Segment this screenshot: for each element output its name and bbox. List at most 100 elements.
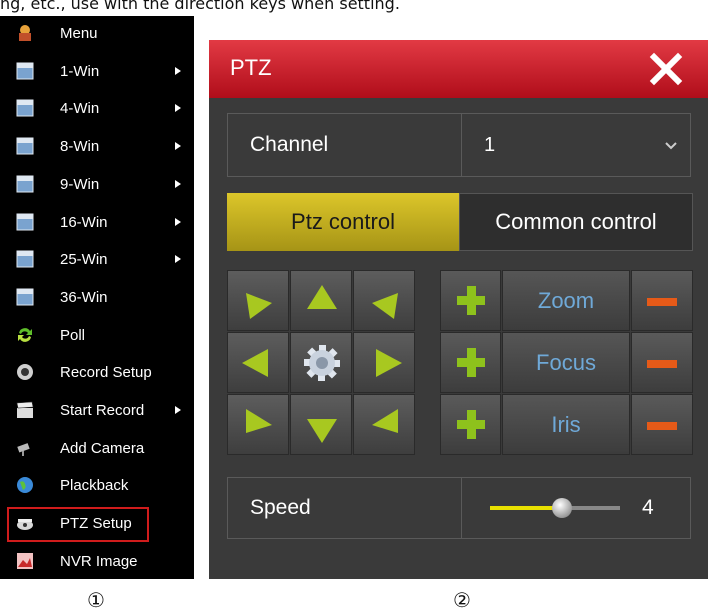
window-icon <box>16 62 34 80</box>
ptz-title-bar: PTZ <box>209 40 708 98</box>
clapperboard-icon <box>16 401 34 419</box>
ptz-dialog: PTZ Channel 1 Ptz control Common control… <box>209 40 708 579</box>
pan-right-button[interactable] <box>353 332 415 393</box>
tab-ptz-control[interactable]: Ptz control <box>227 193 459 251</box>
arrow-down-right-icon <box>372 409 398 433</box>
context-menu: Menu 1-Win 4-Win 8-Win 9-Win 16-Win 25-Win 36-W… <box>0 16 194 579</box>
arrow-right-icon <box>376 349 402 377</box>
iris-out-button[interactable] <box>631 394 693 455</box>
speed-control: 4 <box>461 478 692 538</box>
menu-item-menu[interactable]: Menu <box>0 16 194 53</box>
speed-slider-knob[interactable] <box>551 498 572 518</box>
focus-label: Focus <box>502 332 630 393</box>
menu-item-label: 36-Win <box>60 288 108 306</box>
menu-item-label: Record Setup <box>60 364 152 382</box>
speed-slider-fill <box>490 506 562 510</box>
window-icon <box>16 250 34 268</box>
zoom-out-button[interactable] <box>631 270 693 331</box>
menu-item-9-win[interactable]: 9-Win <box>0 167 194 204</box>
tilt-down-button[interactable] <box>290 394 352 455</box>
arrow-down-left-icon <box>246 409 272 433</box>
menu-item-label: PTZ Setup <box>60 515 132 533</box>
channel-row: Channel 1 <box>227 113 691 177</box>
menu-item-label: 9-Win <box>60 175 100 193</box>
menu-item-4-win[interactable]: 4-Win <box>0 91 194 128</box>
iris-label: Iris <box>502 394 630 455</box>
record-icon <box>16 363 34 381</box>
menu-item-label: Plackback <box>60 477 129 495</box>
window-icon <box>16 99 34 117</box>
menu-item-36-win[interactable]: 36-Win <box>0 280 194 317</box>
tab-common-control[interactable]: Common control <box>459 193 693 251</box>
menu-item-record-setup[interactable]: Record Setup <box>0 355 194 392</box>
menu-item-plackback[interactable]: Plackback <box>0 468 194 505</box>
pan-left-button[interactable] <box>227 332 289 393</box>
minus-icon <box>647 360 677 368</box>
close-icon[interactable] <box>649 52 683 86</box>
window-icon <box>16 213 34 231</box>
caption-right: ② <box>453 588 471 612</box>
menu-item-start-record[interactable]: Start Record <box>0 393 194 430</box>
menu-item-label: Add Camera <box>60 439 145 457</box>
menu-item-label: 16-Win <box>60 213 108 231</box>
menu-item-label: Poll <box>60 326 86 344</box>
submenu-arrow-icon <box>175 104 181 113</box>
direction-pad <box>227 270 415 456</box>
arrow-left-icon <box>242 349 268 377</box>
zoom-in-button[interactable] <box>440 270 501 331</box>
pan-down-left-button[interactable] <box>227 394 289 455</box>
minus-icon <box>647 298 677 306</box>
zoom-label: Zoom <box>502 270 630 331</box>
submenu-arrow-icon <box>175 406 181 414</box>
focus-out-button[interactable] <box>631 332 693 393</box>
tilt-up-button[interactable] <box>290 270 352 331</box>
menu-item-label: 4-Win <box>60 100 100 118</box>
menu-item-8-win[interactable]: 8-Win <box>0 129 194 166</box>
speed-value: 4 <box>642 496 654 519</box>
ptz-center-button[interactable] <box>290 332 352 393</box>
pan-down-right-button[interactable] <box>353 394 415 455</box>
arrow-down-icon <box>307 419 337 443</box>
speed-label: Speed <box>250 496 311 519</box>
pan-up-left-button[interactable] <box>227 270 289 331</box>
focus-in-button[interactable] <box>440 332 501 393</box>
menu-item-25-win[interactable]: 25-Win <box>0 242 194 279</box>
camera-icon <box>16 439 34 457</box>
refresh-icon <box>16 326 34 344</box>
menu-item-label: 25-Win <box>60 251 108 269</box>
ptz-title: PTZ <box>230 55 272 80</box>
submenu-arrow-icon <box>175 217 181 226</box>
menu-item-1-win[interactable]: 1-Win <box>0 54 194 91</box>
window-icon <box>16 175 34 193</box>
menu-item-16-win[interactable]: 16-Win <box>0 205 194 242</box>
speed-row: Speed 4 <box>227 477 691 539</box>
channel-select[interactable]: 1 <box>461 114 692 176</box>
lens-controls: Zoom Focus Iris <box>440 270 694 456</box>
arrow-up-left-icon <box>246 293 272 319</box>
globe-icon <box>16 476 34 494</box>
minus-icon <box>647 422 677 430</box>
pan-up-right-button[interactable] <box>353 270 415 331</box>
menu-item-label: Start Record <box>60 402 145 419</box>
menu-item-label: Menu <box>60 25 98 42</box>
arrow-up-icon <box>307 285 337 309</box>
page-caption-top: ng, etc., use with the direction keys wh… <box>0 0 400 13</box>
submenu-arrow-icon <box>175 142 181 151</box>
iris-in-button[interactable] <box>440 394 501 455</box>
menu-item-add-camera[interactable]: Add Camera <box>0 431 194 468</box>
image-icon <box>16 552 34 570</box>
menu-item-label: NVR Image <box>60 552 138 570</box>
submenu-arrow-icon <box>175 255 181 264</box>
menu-item-poll[interactable]: Poll <box>0 318 194 355</box>
submenu-arrow-icon <box>175 179 181 188</box>
submenu-arrow-icon <box>175 66 181 75</box>
speed-slider-track[interactable] <box>490 498 620 518</box>
menu-item-nvr-image[interactable]: NVR Image <box>0 544 194 581</box>
chevron-down-icon <box>665 142 677 150</box>
menu-item-ptz-setup[interactable]: PTZ Setup <box>6 506 150 543</box>
channel-label: Channel <box>250 133 329 156</box>
home-icon <box>16 24 34 42</box>
channel-value: 1 <box>484 134 496 156</box>
window-icon <box>16 288 34 306</box>
menu-item-label: 1-Win <box>60 62 100 80</box>
